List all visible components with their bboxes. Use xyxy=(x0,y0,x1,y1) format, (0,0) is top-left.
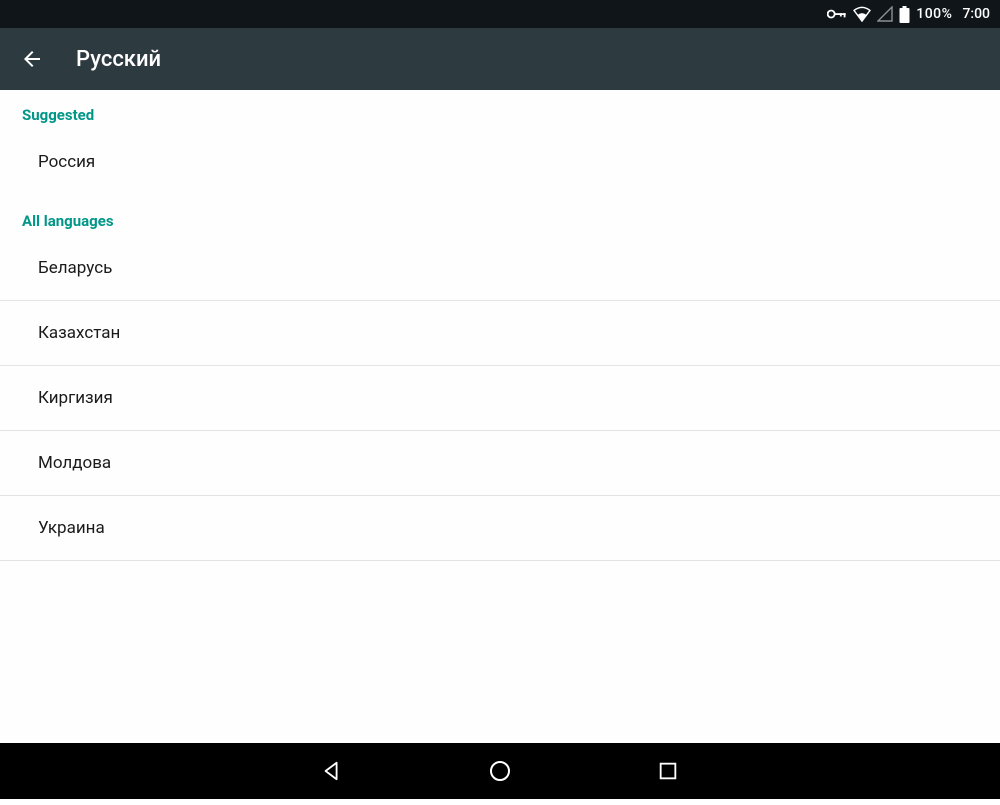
language-item-kyrgyzstan[interactable]: Киргизия xyxy=(0,366,1000,430)
battery-icon xyxy=(899,6,910,23)
navigation-bar xyxy=(0,743,1000,799)
back-button[interactable] xyxy=(18,45,46,73)
nav-recent-button[interactable] xyxy=(654,757,682,785)
screen: 100% 7:00 Русский Suggested Россия All l… xyxy=(0,0,1000,805)
battery-percentage: 100% xyxy=(916,6,952,22)
language-item-kazakhstan[interactable]: Казахстан xyxy=(0,301,1000,365)
status-bar: 100% 7:00 xyxy=(0,0,1000,28)
nav-home-icon xyxy=(488,759,512,783)
section-header-all: All languages xyxy=(0,194,1000,236)
app-bar: Русский xyxy=(0,28,1000,90)
cell-signal-icon xyxy=(877,6,893,22)
wifi-icon xyxy=(853,6,871,22)
nav-back-button[interactable] xyxy=(318,757,346,785)
divider xyxy=(0,560,1000,561)
page-title: Русский xyxy=(76,47,161,72)
clock: 7:00 xyxy=(962,6,990,22)
language-item-ukraine[interactable]: Украина xyxy=(0,496,1000,560)
nav-recent-icon xyxy=(657,760,679,782)
arrow-back-icon xyxy=(20,47,44,71)
nav-home-button[interactable] xyxy=(486,757,514,785)
language-item-belarus[interactable]: Беларусь xyxy=(0,236,1000,300)
language-item-russia[interactable]: Россия xyxy=(0,130,1000,194)
bottom-strip xyxy=(0,799,1000,805)
content: Suggested Россия All languages Беларусь … xyxy=(0,90,1000,743)
language-item-moldova[interactable]: Молдова xyxy=(0,431,1000,495)
vpn-key-icon xyxy=(827,8,847,20)
nav-back-icon xyxy=(321,760,343,782)
section-header-suggested: Suggested xyxy=(0,90,1000,130)
